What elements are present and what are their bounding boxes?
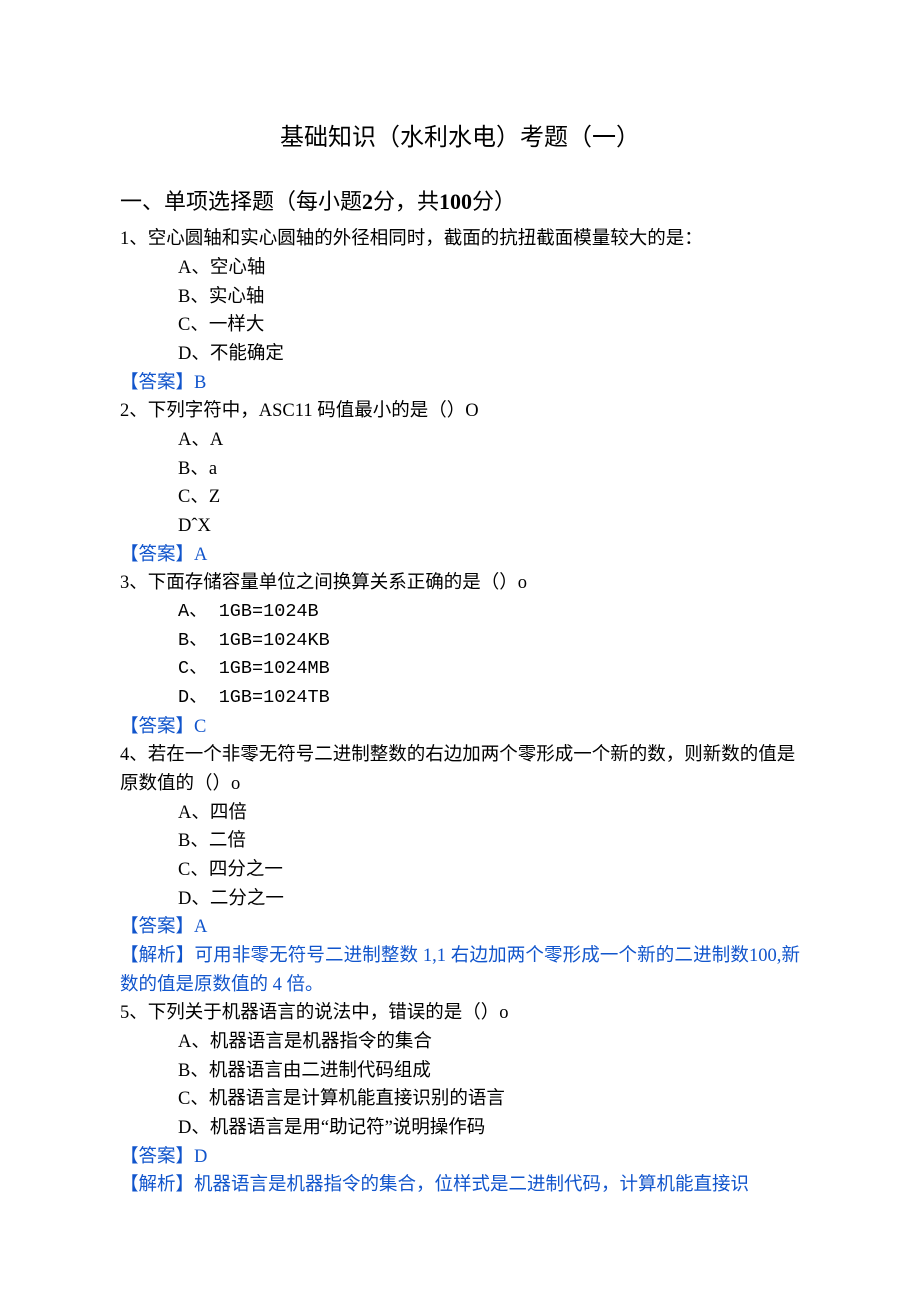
option-a: A、空心轴 <box>178 254 800 283</box>
explain-label: 【解析】 <box>120 946 195 966</box>
q-body: 下列字符中，ASC11 码值最小的是（）O <box>148 401 479 421</box>
answer: 【答案】C <box>120 713 800 742</box>
option-b: B、实心轴 <box>178 283 800 312</box>
q-num: 4、 <box>120 745 148 765</box>
answer-label: 【答案】 <box>120 717 194 737</box>
option-a: A、 1GB=1024B <box>178 598 800 627</box>
option-d: D、 1GB=1024TB <box>178 684 800 713</box>
question-5: 5、下列关于机器语言的说法中，错误的是（）o A、机器语言是机器指令的集合 B、… <box>120 999 800 1200</box>
option-a: A、机器语言是机器指令的集合 <box>178 1028 800 1057</box>
explain-body: 机器语言是机器指令的集合，位样式是二进制代码，计算机能直接识 <box>194 1175 749 1195</box>
answer: 【答案】A <box>120 913 800 942</box>
option-c: C、Z <box>178 483 800 512</box>
option-a: A、A <box>178 426 800 455</box>
options: A、 1GB=1024B B、 1GB=1024KB C、 1GB=1024MB… <box>120 598 800 713</box>
option-b: B、a <box>178 455 800 484</box>
question-2: 2、下列字符中，ASC11 码值最小的是（）O A、A B、a C、Z DˆX … <box>120 397 800 569</box>
answer-value: D <box>194 1147 207 1167</box>
question-text: 5、下列关于机器语言的说法中，错误的是（）o <box>120 999 800 1028</box>
question-4: 4、若在一个非零无符号二进制整数的右边加两个零形成一个新的数，则新数的值是原数值… <box>120 741 800 999</box>
section-pts: 2 <box>362 189 373 214</box>
question-3: 3、下面存储容量单位之间换算关系正确的是（）o A、 1GB=1024B B、 … <box>120 569 800 741</box>
question-text: 4、若在一个非零无符号二进制整数的右边加两个零形成一个新的数，则新数的值是原数值… <box>120 741 800 798</box>
answer-label: 【答案】 <box>120 545 194 565</box>
option-c: C、机器语言是计算机能直接识别的语言 <box>178 1085 800 1114</box>
section-suffix: 分） <box>472 189 516 214</box>
option-c: C、四分之一 <box>178 856 800 885</box>
question-text: 3、下面存储容量单位之间换算关系正确的是（）o <box>120 569 800 598</box>
question-text: 2、下列字符中，ASC11 码值最小的是（）O <box>120 397 800 426</box>
explain-label: 【解析】 <box>120 1175 194 1195</box>
question-1: 1、空心圆轴和实心圆轴的外径相同时，截面的抗扭截面模量较大的是： A、空心轴 B… <box>120 225 800 397</box>
options: A、机器语言是机器指令的集合 B、机器语言由二进制代码组成 C、机器语言是计算机… <box>120 1028 800 1143</box>
option-b: B、机器语言由二进制代码组成 <box>178 1057 800 1086</box>
q-body: 下面存储容量单位之间换算关系正确的是（）o <box>148 573 527 593</box>
q-num: 1、 <box>120 229 148 249</box>
answer-label: 【答案】 <box>120 1147 194 1167</box>
option-b: B、二倍 <box>178 827 800 856</box>
answer-label: 【答案】 <box>120 373 194 393</box>
explain-body: 可用非零无符号二进制整数 1,1 右边加两个零形成一个新的二进制数100,新数的… <box>120 946 800 995</box>
section-total: 100 <box>439 189 472 214</box>
answer-value: A <box>194 545 207 565</box>
answer: 【答案】D <box>120 1143 800 1172</box>
option-d: DˆX <box>178 512 800 541</box>
answer: 【答案】A <box>120 541 800 570</box>
option-c: C、 1GB=1024MB <box>178 655 800 684</box>
explanation: 【解析】可用非零无符号二进制整数 1,1 右边加两个零形成一个新的二进制数100… <box>120 942 800 999</box>
options: A、空心轴 B、实心轴 C、一样大 D、不能确定 <box>120 254 800 369</box>
q-body: 空心圆轴和实心圆轴的外径相同时，截面的抗扭截面模量较大的是： <box>148 229 703 249</box>
answer: 【答案】B <box>120 369 800 398</box>
document-title: 基础知识（水利水电）考题（一） <box>120 120 800 157</box>
option-b: B、 1GB=1024KB <box>178 627 800 656</box>
section-heading: 一、单项选择题（每小题2分，共100分） <box>120 185 800 219</box>
q-num: 3、 <box>120 573 148 593</box>
option-d: D、二分之一 <box>178 885 800 914</box>
answer-value: C <box>194 717 206 737</box>
answer-value: A <box>194 917 207 937</box>
section-prefix: 一、单项选择题（每小题 <box>120 189 362 214</box>
option-d: D、不能确定 <box>178 340 800 369</box>
q-body: 下列关于机器语言的说法中，错误的是（）o <box>148 1003 509 1023</box>
section-mid: 分，共 <box>373 189 439 214</box>
option-d: D、机器语言是用“助记符”说明操作码 <box>178 1114 800 1143</box>
answer-value: B <box>194 373 206 393</box>
question-text: 1、空心圆轴和实心圆轴的外径相同时，截面的抗扭截面模量较大的是： <box>120 225 800 254</box>
q-body: 若在一个非零无符号二进制整数的右边加两个零形成一个新的数，则新数的值是原数值的（… <box>120 745 795 794</box>
q-num: 2、 <box>120 401 148 421</box>
options: A、A B、a C、Z DˆX <box>120 426 800 541</box>
options: A、四倍 B、二倍 C、四分之一 D、二分之一 <box>120 799 800 914</box>
option-a: A、四倍 <box>178 799 800 828</box>
explanation: 【解析】机器语言是机器指令的集合，位样式是二进制代码，计算机能直接识 <box>120 1171 800 1200</box>
option-c: C、一样大 <box>178 311 800 340</box>
answer-label: 【答案】 <box>120 917 194 937</box>
q-num: 5、 <box>120 1003 148 1023</box>
